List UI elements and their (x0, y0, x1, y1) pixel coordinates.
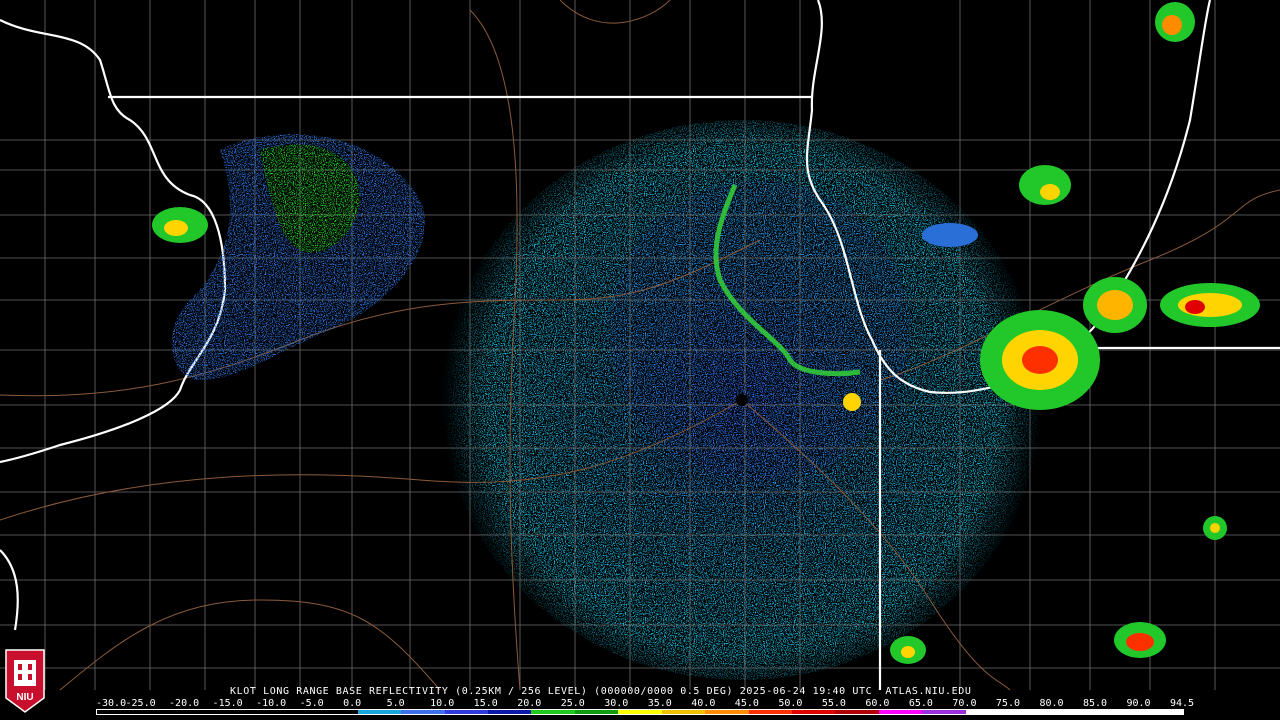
northwest-precip (171, 134, 426, 380)
scale-label: 80.0 (1039, 698, 1064, 709)
niu-logo: NIU (5, 649, 45, 713)
scale-segment (878, 710, 923, 714)
scale-segment (357, 710, 402, 714)
product-caption: KLOT LONG RANGE BASE REFLECTIVITY (0.25K… (230, 686, 972, 697)
scale-label: 94.5 (1170, 698, 1195, 709)
scale-label: 5.0 (386, 698, 405, 709)
scale-label: 85.0 (1082, 698, 1108, 709)
scale-segment (661, 710, 706, 714)
scale-segment (444, 710, 488, 714)
northwest-cell (152, 207, 208, 243)
radar-map (0, 0, 1280, 691)
scale-segment (487, 710, 532, 714)
scale-label: 35.0 (647, 698, 672, 709)
scale-segment (1096, 710, 1140, 714)
scale-segment (574, 710, 619, 714)
scale-segment (183, 710, 228, 714)
scale-label: 60.0 (865, 698, 890, 709)
scale-label: 75.0 (995, 698, 1020, 709)
scale-segment (270, 710, 315, 714)
scale-label: 15.0 (473, 698, 498, 709)
scale-segment (97, 710, 141, 714)
scale-label: 30.0 (604, 698, 629, 709)
scale-segment (1139, 710, 1183, 714)
scale-label: -10.0 (256, 698, 287, 709)
color-scale-bar (96, 709, 1184, 715)
scale-segment (140, 710, 184, 714)
radar-site-marker (736, 394, 748, 406)
scale-segment (401, 710, 445, 714)
scale-segment (792, 710, 836, 714)
scale-label: 45.0 (734, 698, 759, 709)
scale-label: -20.0 (169, 698, 200, 709)
scale-segment (618, 710, 662, 714)
scale-label: 65.0 (908, 698, 933, 709)
scale-segment (1009, 710, 1053, 714)
scale-segment (748, 710, 792, 714)
scale-segment (922, 710, 966, 714)
scale-segment (965, 710, 1010, 714)
scale-label: -5.0 (299, 698, 324, 709)
logo-text: NIU (16, 692, 33, 703)
scale-segment (1052, 710, 1097, 714)
scale-label: 10.0 (430, 698, 455, 709)
scale-label: 70.0 (952, 698, 977, 709)
scale-label: 20.0 (517, 698, 542, 709)
scale-label: 90.0 (1126, 698, 1151, 709)
scale-label: -25.0 (125, 698, 156, 709)
scale-label: 0.0 (343, 698, 362, 709)
scale-label: -15.0 (212, 698, 243, 709)
scale-segment (705, 710, 749, 714)
color-scale-labels: -30.0 -25.0 -20.0 -15.0 -10.0 -5.0 0.0 5.0 10.0 1… (96, 698, 1196, 709)
scale-segment (314, 710, 358, 714)
scale-segment (835, 710, 879, 714)
scale-segment (227, 710, 271, 714)
scale-label: 55.0 (821, 698, 846, 709)
scale-label: 50.0 (778, 698, 803, 709)
scale-segment (531, 710, 575, 714)
scale-label: 40.0 (691, 698, 716, 709)
scale-label: 25.0 (560, 698, 585, 709)
scale-label: -30.0 (96, 698, 127, 709)
